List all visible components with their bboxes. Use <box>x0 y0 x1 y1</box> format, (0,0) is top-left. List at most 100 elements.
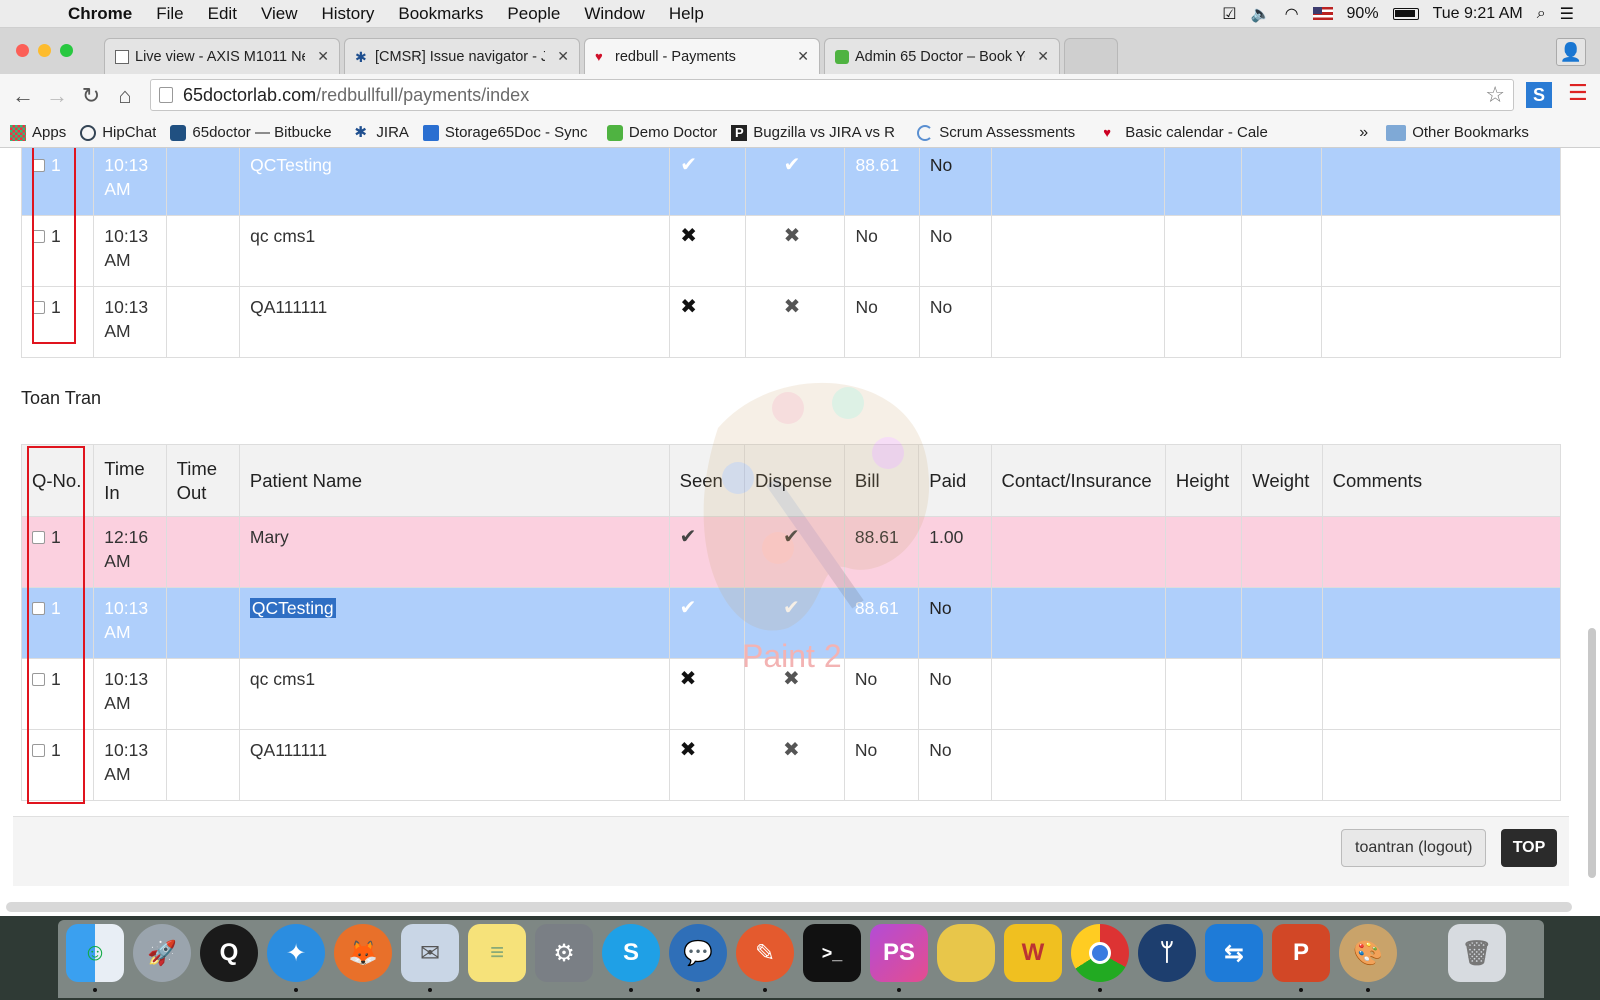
trash-icon[interactable]: 🗑 <box>1448 924 1506 982</box>
bookmark-hipchat[interactable]: HipChat <box>80 124 156 141</box>
reload-icon[interactable]: ↻ <box>74 83 108 109</box>
col-header-bill[interactable]: Bill <box>843 444 920 517</box>
bookmark-star-icon[interactable]: ☆ <box>1485 80 1505 110</box>
selected-patient-text[interactable]: QCTesting <box>249 598 336 618</box>
yellow-blob-app-icon[interactable] <box>937 924 995 982</box>
patient-name-cell[interactable]: qc cms1 <box>239 215 671 287</box>
sketchbook-icon[interactable]: ✎ <box>736 924 794 982</box>
seen-check-icon[interactable]: ✔ <box>668 587 745 659</box>
page-info-icon[interactable] <box>159 87 173 103</box>
tab-close-icon[interactable]: ✕ <box>1031 48 1049 65</box>
firefox-icon[interactable]: 🦊 <box>334 924 392 982</box>
col-header-dispense[interactable]: Dispense <box>743 444 845 517</box>
bookmark-demo-doctor[interactable]: Demo Doctor <box>606 124 717 141</box>
horizontal-scrollbar[interactable] <box>6 902 1572 912</box>
col-header-time-in[interactable]: Time In <box>93 444 167 517</box>
menu-window[interactable]: Window <box>584 4 644 24</box>
col-header-contact-insurance[interactable]: Contact/Insurance <box>990 444 1166 517</box>
bookmark-bitbucket[interactable]: 65doctor — Bitbucke <box>170 124 340 141</box>
patient-name-cell[interactable]: QCTesting <box>238 587 670 659</box>
phpstorm-icon[interactable]: PS <box>870 924 928 982</box>
seen-cross-icon[interactable]: ✖ <box>669 215 746 287</box>
tab-redbull-payments[interactable]: ♥ redbull - Payments ✕ <box>584 38 820 74</box>
patient-name-cell[interactable]: QA111111 <box>239 286 671 358</box>
terminal-icon[interactable]: >_ <box>803 924 861 982</box>
seen-cross-icon[interactable]: ✖ <box>668 729 745 801</box>
chrome-icon[interactable] <box>1071 924 1129 982</box>
patient-name-cell[interactable]: qc cms1 <box>238 658 670 730</box>
col-header-paid[interactable]: Paid <box>918 444 992 517</box>
notification-center-icon[interactable]: ☰ <box>1560 4 1574 24</box>
powerpoint-icon[interactable]: P <box>1272 924 1330 982</box>
paint-2-icon[interactable]: 🎨 <box>1339 924 1397 982</box>
window-minimize-button[interactable] <box>38 44 51 57</box>
seen-check-icon[interactable]: ✔ <box>669 148 746 216</box>
bookmark-scrum-assessments[interactable]: Scrum Assessments <box>917 124 1089 141</box>
dispense-check-icon[interactable]: ✔ <box>744 148 846 216</box>
quicktime-icon[interactable]: Q <box>200 924 258 982</box>
system-preferences-icon[interactable]: ⚙ <box>535 924 593 982</box>
logout-button[interactable]: toantran (logout) <box>1341 829 1487 867</box>
notes-icon[interactable]: ≡ <box>468 924 526 982</box>
patient-name-cell[interactable]: Mary <box>238 516 670 588</box>
menubar-clock[interactable]: Tue 9:21 AM <box>1433 5 1523 23</box>
mail-icon[interactable]: ✉ <box>401 924 459 982</box>
hipchat-icon[interactable]: 💬 <box>669 924 727 982</box>
seen-cross-icon[interactable]: ✖ <box>669 286 746 358</box>
address-bar[interactable]: 65doctorlab.com/redbullfull/payments/ind… <box>150 79 1514 111</box>
col-header-weight[interactable]: Weight <box>1241 444 1323 517</box>
bookmark-jira[interactable]: ✱ JIRA <box>354 124 409 141</box>
finder-icon[interactable]: ☺ <box>66 924 124 982</box>
table-row[interactable]: 1 10:13 AM QA111111 ✖ ✖ No No <box>20 286 1561 358</box>
menu-help[interactable]: Help <box>669 4 704 24</box>
scrum-extension-icon[interactable]: S <box>1526 82 1552 108</box>
table-row[interactable]: 1 10:13 AM qc cms1 ✖ ✖ No No <box>20 215 1561 287</box>
tab-close-icon[interactable]: ✕ <box>311 48 329 65</box>
back-arrow-icon[interactable]: ← <box>6 83 40 109</box>
scroll-top-button[interactable]: TOP <box>1501 829 1557 867</box>
table-row[interactable]: 1 10:13 AM QA111111 ✖ ✖ No No <box>20 729 1562 801</box>
profile-icon[interactable]: 👤 <box>1556 38 1586 66</box>
tab-close-icon[interactable]: ✕ <box>551 48 569 65</box>
safari-icon[interactable]: ✦ <box>267 924 325 982</box>
dispense-cross-icon[interactable]: ✖ <box>744 215 846 287</box>
vertical-scrollbar[interactable] <box>1588 628 1596 878</box>
col-header-time-out[interactable]: Time Out <box>165 444 240 517</box>
filezilla-style-icon[interactable]: W <box>1004 924 1062 982</box>
menu-bookmarks[interactable]: Bookmarks <box>398 4 483 24</box>
col-header-comments[interactable]: Comments <box>1321 444 1562 517</box>
tab-axis-live-view[interactable]: Live view - AXIS M1011 Ne ✕ <box>104 38 340 74</box>
menu-view[interactable]: View <box>261 4 298 24</box>
teamviewer-icon[interactable]: ⇆ <box>1205 924 1263 982</box>
new-tab-button[interactable] <box>1064 38 1118 74</box>
bookmark-basic-calendar[interactable]: ♥ Basic calendar - Cale <box>1103 124 1273 141</box>
dispense-cross-icon[interactable]: ✖ <box>744 286 846 358</box>
forward-arrow-icon[interactable]: → <box>40 83 74 109</box>
dispense-cross-icon[interactable]: ✖ <box>743 729 845 801</box>
table-row[interactable]: 1 10:13 AM QCTesting ✔ ✔ 88.61 No <box>20 148 1561 216</box>
seen-check-icon[interactable]: ✔ <box>668 516 745 588</box>
menu-edit[interactable]: Edit <box>208 4 237 24</box>
volume-icon[interactable]: 🔈 <box>1251 4 1271 24</box>
chrome-menu-icon[interactable]: ☰ <box>1568 80 1588 106</box>
table-row[interactable]: 1 12:16 AM Mary ✔ ✔ 88.61 1.00 <box>20 516 1562 588</box>
battery-icon[interactable] <box>1392 7 1419 20</box>
window-close-button[interactable] <box>16 44 29 57</box>
home-icon[interactable]: ⌂ <box>108 83 142 109</box>
menu-history[interactable]: History <box>321 4 374 24</box>
launchpad-icon[interactable]: 🚀 <box>133 924 191 982</box>
menu-app-name[interactable]: Chrome <box>68 4 132 24</box>
bookmarks-overflow-chevron-icon[interactable]: » <box>1359 124 1368 142</box>
wifi-icon[interactable]: ◠ <box>1285 4 1299 24</box>
spotlight-search-icon[interactable]: ⌕ <box>1537 5 1546 23</box>
menu-people[interactable]: People <box>507 4 560 24</box>
menu-file[interactable]: File <box>156 4 183 24</box>
seen-cross-icon[interactable]: ✖ <box>668 658 745 730</box>
patient-name-cell[interactable]: QCTesting <box>239 148 671 216</box>
tab-close-icon[interactable]: ✕ <box>791 48 809 65</box>
dispense-check-icon[interactable]: ✔ <box>743 516 845 588</box>
bookmark-storage65doc[interactable]: Storage65Doc - Sync <box>422 124 593 141</box>
col-header-seen[interactable]: Seen <box>668 444 745 517</box>
patient-name-cell[interactable]: QA111111 <box>238 729 670 801</box>
bookmark-other-bookmarks[interactable]: Other Bookmarks <box>1386 124 1529 141</box>
